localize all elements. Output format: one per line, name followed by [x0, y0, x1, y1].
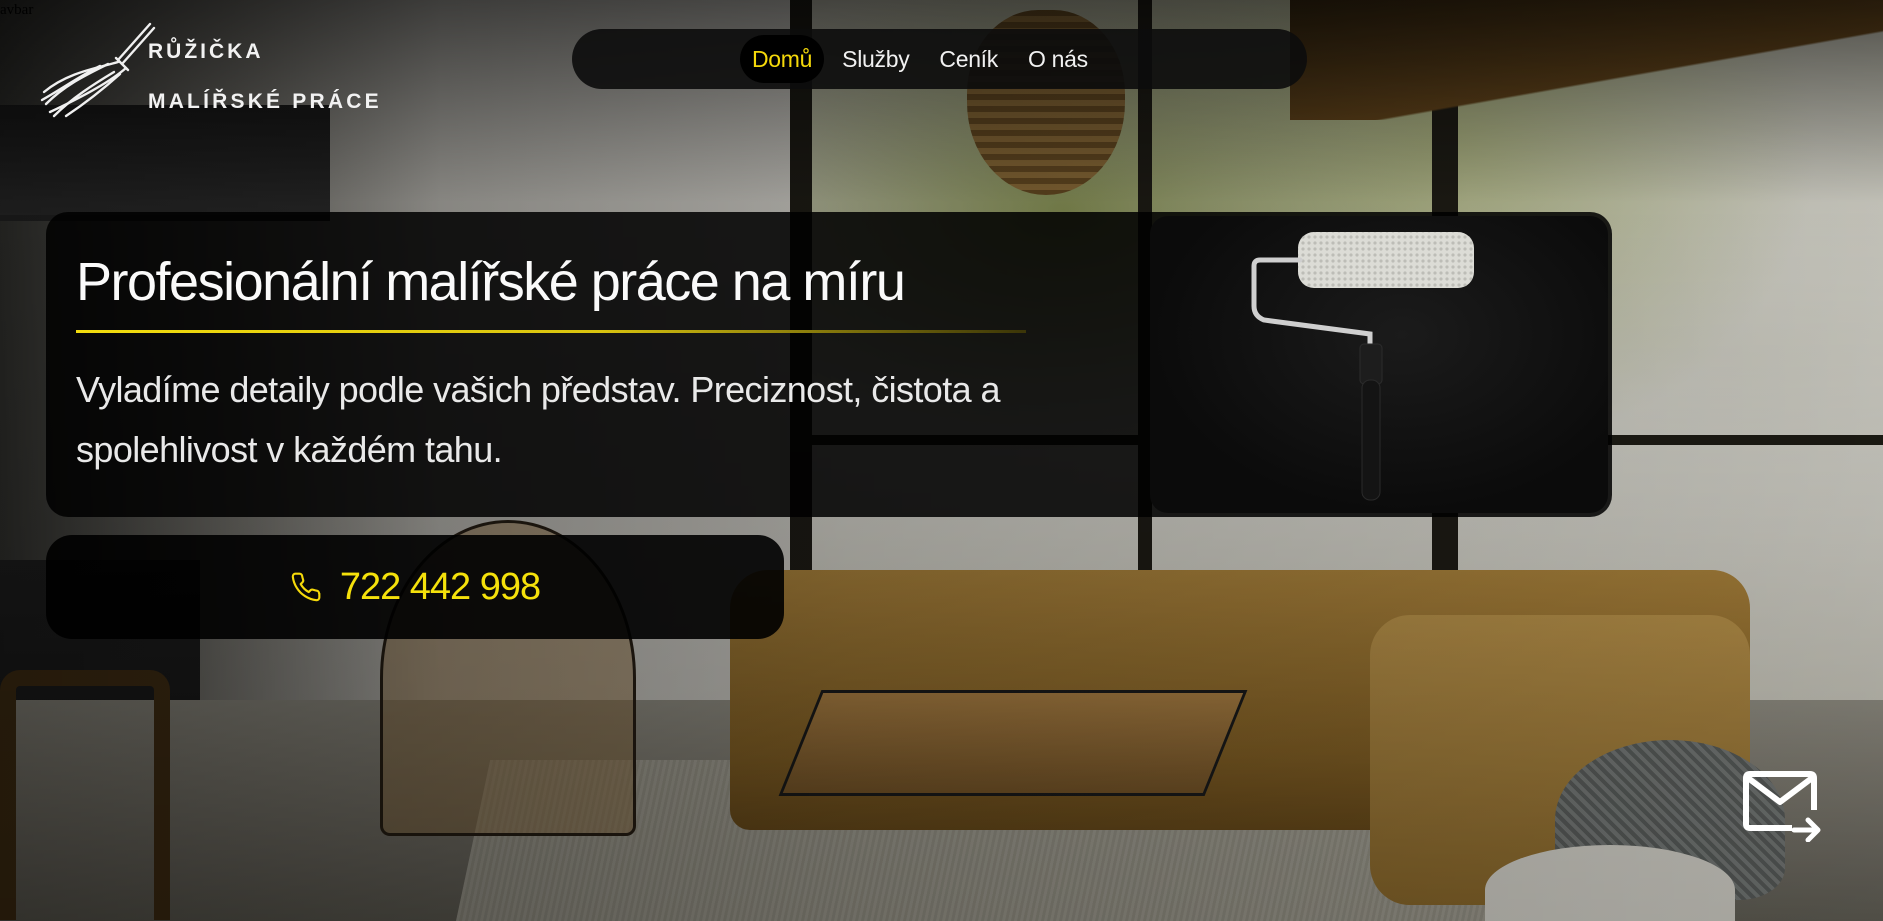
logo-line-2: MALÍŘSKÉ PRÁCE — [148, 90, 382, 113]
nav-item-sluzby[interactable]: Služby — [830, 35, 921, 83]
paint-roller-image — [1150, 216, 1608, 513]
logo-line-1: RŮŽIČKA — [148, 40, 264, 63]
nav-item-cenik[interactable]: Ceník — [927, 35, 1010, 83]
phone-number: 722 442 998 — [339, 565, 541, 608]
mail-button[interactable] — [1742, 770, 1822, 843]
nav-item-o-nas[interactable]: O nás — [1016, 35, 1100, 83]
paint-brush-icon — [40, 22, 156, 118]
stray-label: avbar — [0, 2, 34, 18]
title-underline — [76, 330, 1026, 333]
hero-title: Profesionální malířské práce na míru — [76, 252, 906, 312]
nav-item-domu[interactable]: Domů — [740, 35, 825, 83]
main-navbar: Domů Služby Ceník O nás — [572, 29, 1307, 89]
logo[interactable]: RŮŽIČKA MALÍŘSKÉ PRÁCE — [38, 20, 398, 120]
hero-subtitle: Vyladíme detaily podle vašich představ. … — [76, 369, 1000, 470]
paint-roller-icon — [1251, 232, 1474, 501]
phone-button[interactable]: 722 442 998 — [46, 535, 784, 639]
mail-send-icon — [1743, 771, 1821, 843]
hero-card: Profesionální malířské práce na míru Vyl… — [46, 212, 1612, 517]
nav-list: Domů Služby Ceník O nás — [740, 34, 1100, 84]
phone-icon — [291, 572, 321, 602]
